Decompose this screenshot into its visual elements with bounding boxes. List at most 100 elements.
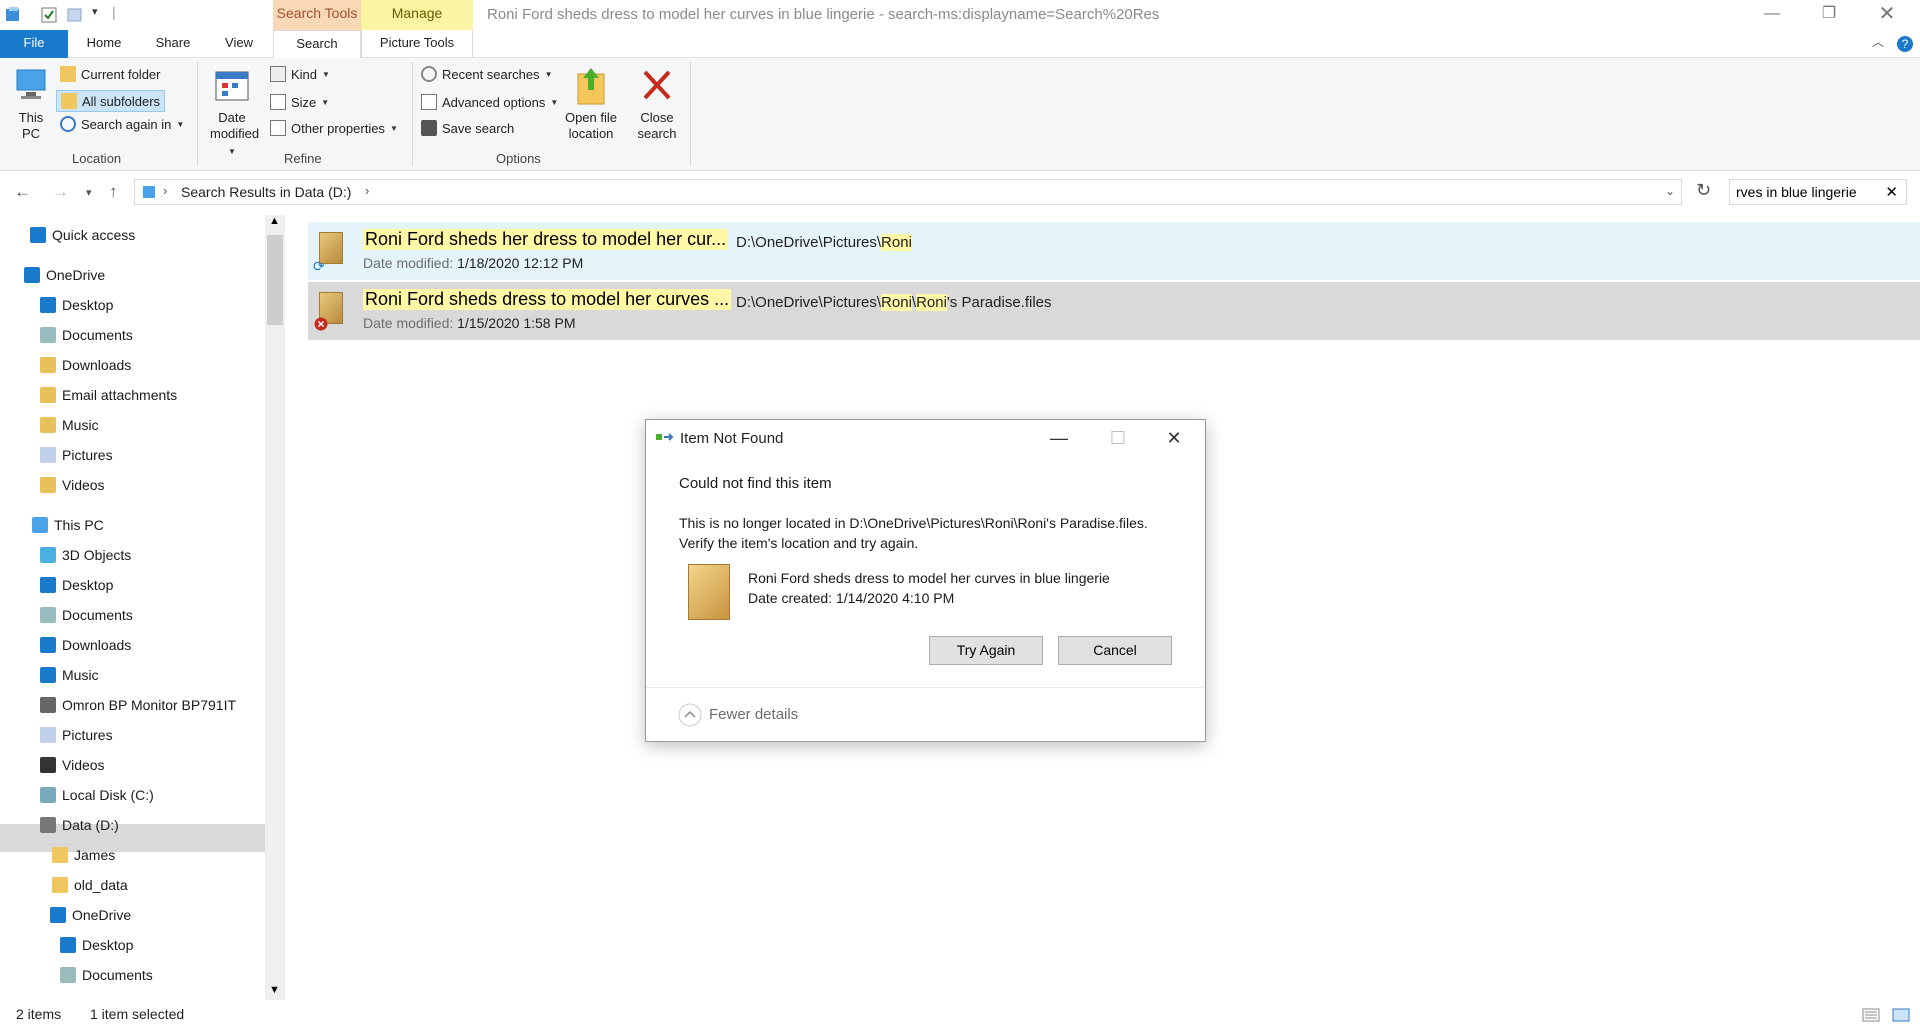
address-bar[interactable]: › Search Results in Data (D:) › ⌄	[134, 179, 1682, 205]
advanced-options-button[interactable]: Advanced options ▼	[421, 94, 558, 110]
tab-picture-tools[interactable]: Picture Tools	[361, 30, 473, 58]
data-d-icon	[40, 817, 56, 833]
sidebar-item-desktop[interactable]: Desktop	[40, 291, 113, 319]
kind-button[interactable]: Kind ▼	[270, 66, 330, 82]
sidebar-item-label: Pictures	[62, 447, 113, 463]
qa-customize-icon[interactable]: ▾	[92, 5, 98, 23]
tab-home[interactable]: Home	[84, 30, 124, 58]
kind-label: Kind	[291, 66, 318, 82]
sidebar-item-music[interactable]: Music	[40, 661, 99, 689]
save-search-button[interactable]: Save search	[421, 120, 514, 136]
videos-icon	[40, 477, 56, 493]
tab-search[interactable]: Search	[273, 30, 361, 59]
breadcrumb[interactable]: Search Results in Data (D:)	[181, 184, 351, 200]
documents-icon	[60, 967, 76, 983]
sidebar-item-local-disk-c[interactable]: Local Disk (C:)	[40, 781, 154, 809]
sidebar-item-email-attachments[interactable]: Email attachments	[40, 381, 177, 409]
close-search-button[interactable]: Close search	[632, 64, 682, 142]
sidebar-item-label: OneDrive	[72, 907, 132, 923]
sidebar-item-pictures[interactable]: Pictures	[40, 441, 113, 469]
sidebar-item-omron-bp-monitor[interactable]: Omron BP Monitor BP791IT	[40, 691, 236, 719]
sidebar-item-onedrive[interactable]: OneDrive	[24, 261, 105, 289]
help-icon[interactable]: ?	[1896, 35, 1914, 53]
dialog-close-button[interactable]: ✕	[1151, 424, 1197, 452]
dialog-maximize-button[interactable]: ☐	[1095, 424, 1141, 452]
sidebar-item-music[interactable]: Music	[40, 411, 99, 439]
refresh-icon[interactable]: ↻	[1696, 180, 1711, 201]
sidebar-item-3d-objects[interactable]: 3D Objects	[40, 541, 131, 569]
breadcrumb-chevron-icon[interactable]: ›	[163, 183, 167, 198]
sidebar-item-label: 3D Objects	[62, 547, 132, 563]
search-again-in-button[interactable]: Search again in ▼	[60, 116, 184, 132]
sidebar-item-pictures[interactable]: Pictures	[40, 721, 113, 749]
sidebar-item-documents[interactable]: Documents	[40, 321, 133, 349]
dialog-minimize-button[interactable]: —	[1036, 424, 1082, 452]
recent-locations-icon[interactable]: ▾	[86, 186, 92, 199]
clear-search-icon[interactable]: ✕	[1885, 183, 1898, 201]
sidebar-item-videos[interactable]: Videos	[40, 751, 105, 779]
new-folder-icon[interactable]	[66, 6, 84, 24]
details-view-icon[interactable]	[1862, 1008, 1880, 1022]
sidebar-item-label: Documents	[82, 967, 153, 983]
sidebar-item-desktop[interactable]: Desktop	[40, 571, 113, 599]
sidebar-item-desktop[interactable]: Desktop	[60, 931, 133, 959]
breadcrumb-chevron-icon[interactable]: ›	[365, 183, 369, 198]
sidebar-item-downloads[interactable]: Downloads	[40, 631, 131, 659]
location-group-label: Location	[72, 151, 122, 166]
scrollbar-thumb[interactable]	[267, 235, 283, 325]
tab-file[interactable]: File	[0, 30, 68, 58]
other-properties-button[interactable]: Other properties ▼	[270, 120, 398, 136]
chevron-down-icon: ▼	[228, 147, 236, 156]
list-item[interactable]: ⟳ Roni Ford sheds her dress to model her…	[308, 222, 1920, 280]
sidebar-item-videos[interactable]: Videos	[40, 471, 105, 499]
scroll-down-icon[interactable]: ▼	[269, 984, 280, 996]
recent-searches-button[interactable]: Recent searches ▼	[421, 66, 552, 82]
sidebar-item-label: Music	[62, 667, 99, 683]
cancel-button[interactable]: Cancel	[1058, 636, 1172, 665]
open-folder-icon	[577, 68, 605, 105]
sidebar-item-james[interactable]: James	[52, 841, 115, 869]
context-tab-manage: Manage	[361, 0, 473, 30]
this-pc-button[interactable]: This PC	[10, 66, 52, 142]
sidebar-item-label: Omron BP Monitor BP791IT	[62, 697, 237, 713]
try-again-button[interactable]: Try Again	[929, 636, 1043, 665]
explorer-app-icon[interactable]	[4, 6, 22, 24]
scroll-up-icon[interactable]: ▲	[269, 215, 280, 227]
tab-view[interactable]: View	[222, 30, 256, 58]
date-modified-label-1: Date	[218, 110, 246, 125]
result-name[interactable]: Roni Ford sheds dress to model her curve…	[363, 289, 732, 310]
current-folder-button[interactable]: Current folder	[60, 66, 160, 82]
list-item[interactable]: Roni Ford sheds dress to model her curve…	[308, 282, 1920, 340]
open-file-location-button[interactable]: Open file location	[560, 64, 622, 142]
date-modified-button[interactable]: Date modified ▼	[210, 66, 259, 160]
up-arrow-icon[interactable]: ↑	[109, 182, 118, 202]
size-button[interactable]: Size ▼	[270, 94, 329, 110]
properties-icon[interactable]	[40, 6, 58, 24]
sidebar-item-this-pc[interactable]: This PC	[32, 511, 104, 539]
sidebar-item-documents[interactable]: Documents	[40, 601, 133, 629]
minimize-button[interactable]: —	[1743, 0, 1801, 30]
chevron-up-icon[interactable]	[678, 703, 702, 727]
search-input[interactable]: rves in blue lingerie ✕	[1729, 179, 1907, 205]
forward-arrow-icon[interactable]: →	[52, 182, 69, 202]
sidebar-item-downloads[interactable]: Downloads	[40, 351, 131, 379]
sidebar-item-quick-access[interactable]: Quick access	[30, 221, 135, 249]
nav-scrollbar[interactable]: ▲ ▼	[265, 215, 285, 1000]
fewer-details-link[interactable]: Fewer details	[709, 706, 798, 723]
sidebar-item-data-d[interactable]: Data (D:)	[40, 811, 119, 839]
this-pc-icon	[32, 517, 48, 533]
sidebar-item-onedrive[interactable]: OneDrive	[50, 901, 131, 929]
sidebar-item-documents[interactable]: Documents	[60, 961, 153, 989]
address-dropdown-icon[interactable]: ⌄	[1665, 184, 1675, 198]
all-subfolders-button[interactable]: All subfolders	[56, 90, 166, 112]
result-name[interactable]: Roni Ford sheds her dress to model her c…	[363, 229, 729, 250]
close-window-button[interactable]: ✕	[1858, 0, 1916, 30]
sidebar-item-old-data[interactable]: old_data	[52, 871, 128, 899]
large-icons-view-icon[interactable]	[1892, 1008, 1910, 1022]
tab-share[interactable]: Share	[152, 30, 194, 58]
desktop-icon	[40, 297, 56, 313]
back-arrow-icon[interactable]: ←	[14, 182, 31, 202]
close-search-label-1: Close	[640, 110, 674, 125]
restore-button[interactable]: ❐	[1800, 0, 1858, 30]
minimize-ribbon-icon[interactable]: ︿	[1864, 28, 1892, 58]
